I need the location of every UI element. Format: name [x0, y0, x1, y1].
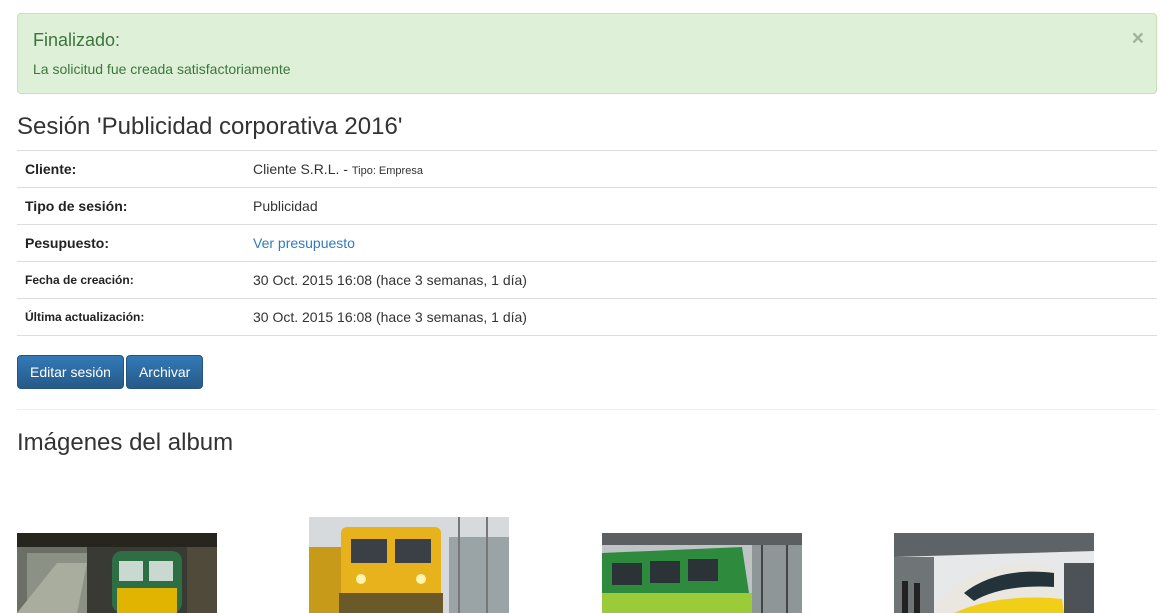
page-title: Sesión 'Publicidad corporativa 2016' — [17, 113, 403, 140]
view-budget-link[interactable]: Ver presupuesto — [253, 235, 355, 251]
table-row: Fecha de creación: 30 Oct. 2015 16:08 (h… — [17, 261, 1157, 299]
page-content: Finalizado: La solicitud fue creada sati… — [17, 13, 1157, 613]
alert-message: La solicitud fue creada satisfactoriamen… — [33, 61, 291, 77]
session-type-label: Tipo de sesión: — [17, 187, 245, 225]
album-image-4[interactable] — [894, 533, 1094, 613]
success-alert: Finalizado: La solicitud fue creada sati… — [17, 13, 1157, 94]
divider — [17, 409, 1157, 410]
table-row: Pesupuesto: Ver presupuesto — [17, 224, 1157, 262]
client-type: Tipo: Empresa — [351, 165, 423, 177]
album-image-3[interactable] — [602, 533, 802, 613]
alert-title: Finalizado: — [33, 30, 121, 50]
budget-cell: Ver presupuesto — [245, 224, 1157, 262]
client-label: Cliente: — [17, 150, 245, 188]
updated-value: 30 Oct. 2015 16:08 (hace 3 semanas, 1 dí… — [245, 298, 1157, 336]
budget-label: Pesupuesto: — [17, 224, 245, 262]
green-train-photo — [602, 533, 802, 613]
client-value: Cliente S.R.L. - Tipo: Empresa — [245, 150, 1157, 188]
edit-session-button[interactable]: Editar sesión — [17, 355, 124, 389]
album-image-1[interactable] — [17, 533, 217, 613]
updated-label: Última actualización: — [17, 298, 245, 336]
archive-button[interactable]: Archivar — [125, 355, 204, 389]
table-row: Cliente: Cliente S.R.L. - Tipo: Empresa — [17, 150, 1157, 188]
close-icon[interactable]: × — [1132, 28, 1144, 49]
created-label: Fecha de creación: — [17, 261, 245, 299]
album-image-2[interactable] — [309, 517, 509, 613]
high-speed-train-photo — [894, 533, 1094, 613]
table-row: Tipo de sesión: Publicidad — [17, 187, 1157, 225]
created-value: 30 Oct. 2015 16:08 (hace 3 semanas, 1 dí… — [245, 261, 1157, 299]
client-name: Cliente S.R.L. - — [253, 161, 348, 177]
train-photo — [17, 533, 217, 613]
gallery-title: Imágenes del album — [17, 429, 234, 456]
maintenance-train-photo — [309, 517, 509, 613]
action-buttons: Editar sesión Archivar — [17, 355, 204, 389]
session-details-table: Cliente: Cliente S.R.L. - Tipo: Empresa … — [17, 150, 1157, 336]
session-type-value: Publicidad — [245, 187, 1157, 225]
table-row: Última actualización: 30 Oct. 2015 16:08… — [17, 298, 1157, 336]
